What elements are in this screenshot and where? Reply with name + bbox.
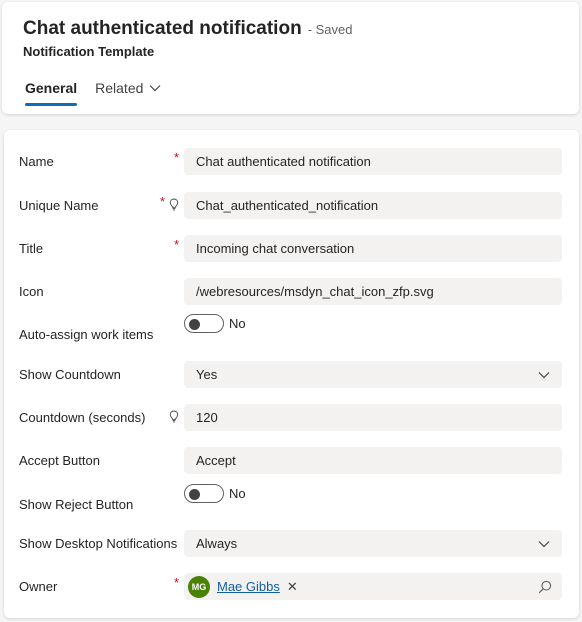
accept-button-label: Accept Button <box>19 452 100 468</box>
entity-type-label: Notification Template <box>23 44 155 59</box>
show-desktop-select[interactable]: Always <box>184 530 562 557</box>
title-row: Chat authenticated notification - Saved <box>23 18 353 40</box>
record-title: Chat authenticated notification <box>23 18 302 39</box>
chevron-down-icon <box>538 540 550 547</box>
show-countdown-label: Show Countdown <box>19 366 121 382</box>
toggle-switch[interactable] <box>184 314 224 333</box>
auto-assign-label: Auto-assign work items <box>19 326 154 342</box>
auto-assign-value: No <box>229 316 246 331</box>
chevron-down-icon <box>149 85 161 92</box>
show-reject-toggle[interactable]: No <box>184 484 246 503</box>
title-row: Title * Incoming chat conversation <box>4 234 579 262</box>
owner-chip: MG Mae Gibbs ✕ <box>188 575 298 598</box>
owner-link[interactable]: Mae Gibbs <box>217 579 280 594</box>
tab-general-label: General <box>25 80 78 96</box>
title-label: Title <box>19 240 44 256</box>
required-indicator: * <box>174 150 180 165</box>
required-indicator: * <box>174 237 180 252</box>
show-desktop-value: Always <box>196 536 238 551</box>
owner-label: Owner <box>19 578 58 594</box>
record-header: Chat authenticated notification - Saved … <box>2 2 579 114</box>
show-reject-value: No <box>229 486 246 501</box>
countdown-label: Countdown (seconds) <box>19 409 146 425</box>
chevron-down-icon <box>538 371 550 378</box>
remove-owner-button[interactable]: ✕ <box>287 579 298 595</box>
unique-name-label: Unique Name <box>19 197 99 213</box>
show-reject-label: Show Reject Button <box>19 496 134 512</box>
tab-related-label: Related <box>95 80 144 96</box>
general-form: Name * Chat authenticated notification U… <box>4 130 579 618</box>
required-indicator: * <box>174 575 180 590</box>
lightbulb-icon[interactable] <box>169 198 179 211</box>
toggle-switch[interactable] <box>184 484 224 503</box>
name-row: Name * Chat authenticated notification <box>4 147 579 175</box>
required-indicator: * <box>160 194 166 209</box>
accept-button-row: Accept Button Accept <box>4 446 579 474</box>
owner-row: Owner * MG Mae Gibbs ✕ <box>4 572 579 600</box>
auto-assign-row: Auto-assign work items No <box>4 314 579 345</box>
toggle-knob <box>189 319 200 330</box>
icon-path-field[interactable]: /webresources/msdyn_chat_icon_zfp.svg <box>184 278 562 305</box>
avatar: MG <box>188 575 210 598</box>
show-countdown-value: Yes <box>196 367 218 382</box>
owner-lookup[interactable]: MG Mae Gibbs ✕ <box>184 573 562 600</box>
tab-general[interactable]: General <box>16 74 86 106</box>
icon-row: Icon /webresources/msdyn_chat_icon_zfp.s… <box>4 277 579 305</box>
tab-list: General Related <box>16 74 170 106</box>
countdown-field[interactable]: 120 <box>184 404 562 431</box>
unique-name-row: Unique Name * Chat_authenticated_notific… <box>4 191 579 219</box>
lightbulb-icon[interactable] <box>169 410 179 423</box>
show-reject-row: Show Reject Button No <box>4 484 579 515</box>
icon-label: Icon <box>19 283 44 299</box>
show-desktop-label: Show Desktop Notifications <box>19 535 178 551</box>
unique-name-field[interactable]: Chat_authenticated_notification <box>184 192 562 219</box>
accept-button-field[interactable]: Accept <box>184 447 562 474</box>
search-icon[interactable] <box>538 580 552 594</box>
tab-related[interactable]: Related <box>86 74 170 106</box>
name-field[interactable]: Chat authenticated notification <box>184 148 562 175</box>
name-label: Name <box>19 153 54 169</box>
save-status: - Saved <box>307 22 353 37</box>
show-desktop-row: Show Desktop Notifications Always <box>4 529 579 557</box>
toggle-knob <box>189 489 200 500</box>
show-countdown-select[interactable]: Yes <box>184 361 562 388</box>
title-field[interactable]: Incoming chat conversation <box>184 235 562 262</box>
show-countdown-row: Show Countdown Yes <box>4 360 579 388</box>
countdown-row: Countdown (seconds) 120 <box>4 403 579 431</box>
auto-assign-toggle[interactable]: No <box>184 314 246 333</box>
